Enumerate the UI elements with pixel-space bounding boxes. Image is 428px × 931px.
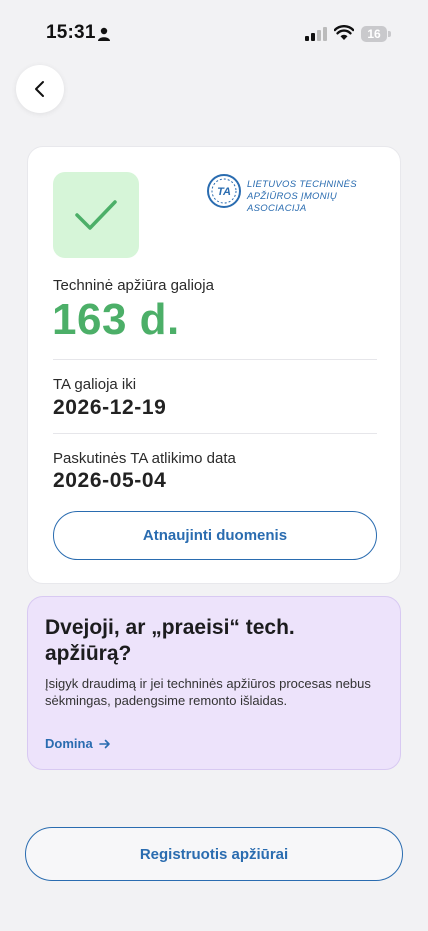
association-name-line1: LIETUVOS TECHNINĖS	[247, 179, 357, 190]
back-button[interactable]	[16, 65, 64, 113]
last-inspection-label: Paskutinės TA atlikimo data	[53, 450, 236, 467]
status-bar: 15:31 16	[0, 0, 428, 64]
refresh-data-button[interactable]: Atnaujinti duomenis	[53, 511, 377, 560]
arrow-right-icon	[98, 739, 110, 748]
validity-days: 163 d.	[52, 295, 180, 344]
person-icon	[98, 27, 110, 41]
validity-label: Techninė apžiūra galioja	[53, 277, 214, 294]
battery-icon: 16	[361, 26, 387, 42]
insurance-promo-card[interactable]: Dvejoji, ar „praeisi“ tech. apžiūrą? Įsi…	[27, 596, 401, 770]
valid-status-badge	[53, 172, 139, 258]
promo-link[interactable]: Domina	[45, 736, 111, 751]
divider	[53, 359, 377, 360]
register-inspection-button[interactable]: Registruotis apžiūrai	[25, 827, 403, 881]
promo-link-label: Domina	[45, 736, 93, 751]
last-inspection-value: 2026-05-04	[53, 469, 167, 492]
checkmark-icon	[75, 200, 117, 230]
valid-until-value: 2026-12-19	[53, 396, 167, 419]
inspection-card: TA LIETUVOS TECHNINĖS APŽIŪROS ĮMONIŲ AS…	[27, 146, 401, 584]
association-name: LIETUVOS TECHNINĖS APŽIŪROS ĮMONIŲ ASOCI…	[247, 179, 397, 215]
promo-title: Dvejoji, ar „praeisi“ tech. apžiūrą?	[45, 616, 295, 665]
svg-text:TA: TA	[217, 186, 231, 198]
signal-icon	[305, 27, 327, 41]
promo-text: Įsigyk draudimą ir jei techninės apžiūro…	[45, 676, 371, 708]
association-name-line2: APŽIŪROS ĮMONIŲ ASOCIACIJA	[247, 191, 338, 214]
wifi-icon	[334, 25, 354, 40]
association-logo: TA	[207, 174, 241, 208]
status-time: 15:31	[46, 22, 96, 43]
valid-until-label: TA galioja iki	[53, 376, 137, 393]
divider	[53, 433, 377, 434]
battery-cap	[388, 31, 391, 37]
chevron-left-icon	[35, 81, 44, 97]
